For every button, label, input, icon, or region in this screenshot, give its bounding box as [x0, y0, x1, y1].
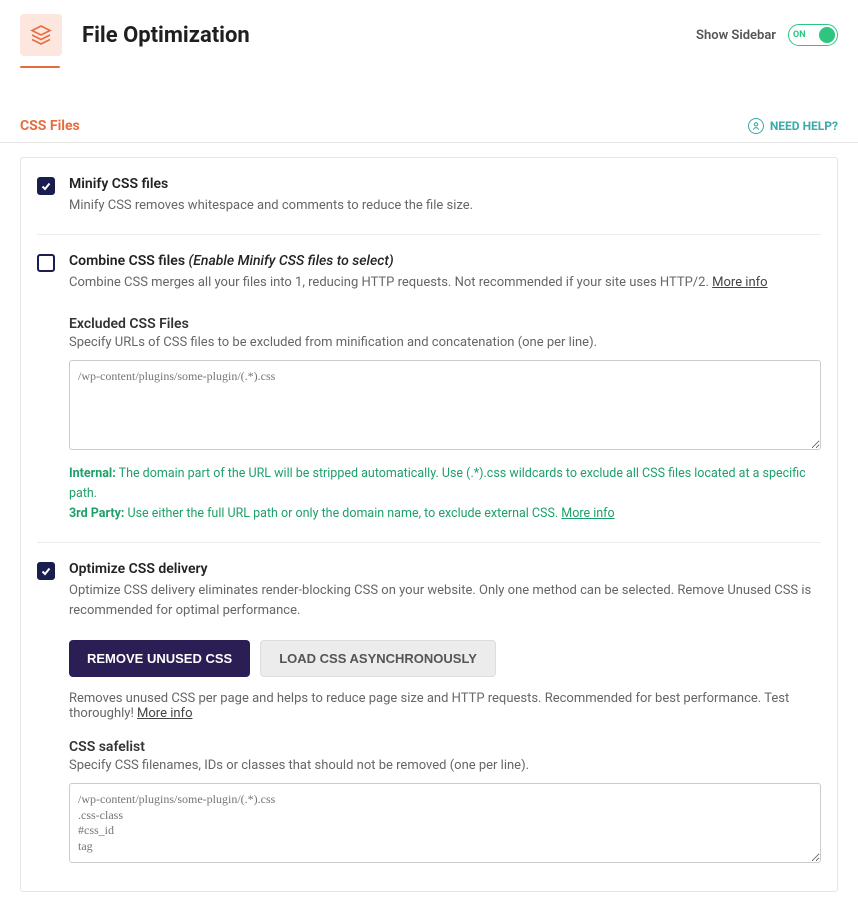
safelist-textarea[interactable] — [69, 783, 821, 863]
note-third-text: Use either the full URL path or only the… — [124, 506, 561, 521]
remove-unused-desc: Removes unused CSS per page and helps to… — [69, 691, 821, 721]
optimize-body: Optimize CSS delivery Optimize CSS deliv… — [69, 561, 821, 620]
show-sidebar-label: Show Sidebar — [696, 28, 776, 43]
excluded-css-block: Excluded CSS Files Specify URLs of CSS f… — [69, 316, 821, 524]
file-optimization-icon — [20, 14, 62, 56]
remove-unused-css-button[interactable]: REMOVE UNUSED CSS — [69, 640, 250, 677]
css-files-card: Minify CSS files Minify CSS removes whit… — [20, 157, 838, 892]
note-internal-text: The domain part of the URL will be strip… — [69, 466, 806, 501]
excluded-notes: Internal: The domain part of the URL wil… — [69, 464, 821, 524]
combine-body: Combine CSS files (Enable Minify CSS fil… — [69, 253, 821, 293]
page-title: File Optimization — [82, 23, 696, 48]
combine-hint: (Enable Minify CSS files to select) — [189, 253, 394, 269]
toggle-knob — [819, 27, 835, 43]
safelist-desc: Specify CSS filenames, IDs or classes th… — [69, 758, 821, 773]
minify-css-checkbox[interactable] — [37, 177, 55, 195]
note-more-link[interactable]: More info — [561, 506, 614, 521]
combine-title: Combine CSS files (Enable Minify CSS fil… — [69, 253, 821, 269]
minify-desc: Minify CSS removes whitespace and commen… — [69, 196, 821, 216]
excluded-desc: Specify URLs of CSS files to be excluded… — [69, 335, 821, 350]
need-help-label: NEED HELP? — [770, 119, 838, 133]
option-combine-css: Combine CSS files (Enable Minify CSS fil… — [37, 234, 821, 293]
minify-body: Minify CSS files Minify CSS removes whit… — [69, 176, 821, 216]
note-third-label: 3rd Party: — [69, 506, 124, 521]
option-optimize-delivery: Optimize CSS delivery Optimize CSS deliv… — [37, 542, 821, 867]
optimize-desc: Optimize CSS delivery eliminates render-… — [69, 581, 821, 620]
sidebar-toggle-group: Show Sidebar ON — [696, 24, 838, 46]
minify-title: Minify CSS files — [69, 176, 821, 192]
section-title: CSS Files — [20, 118, 80, 134]
combine-desc-text: Combine CSS merges all your files into 1… — [69, 275, 712, 290]
delivery-mode-buttons: REMOVE UNUSED CSS LOAD CSS ASYNCHRONOUSL… — [69, 640, 821, 677]
after-btn-more-link[interactable]: More info — [137, 706, 192, 721]
combine-css-checkbox[interactable] — [37, 254, 55, 272]
safelist-title: CSS safelist — [69, 739, 821, 755]
combine-desc: Combine CSS merges all your files into 1… — [69, 273, 821, 293]
combine-title-text: Combine CSS files — [69, 253, 185, 269]
combine-more-link[interactable]: More info — [712, 275, 767, 290]
toggle-on-text: ON — [793, 30, 806, 40]
show-sidebar-toggle[interactable]: ON — [788, 24, 838, 46]
load-css-async-button[interactable]: LOAD CSS ASYNCHRONOUSLY — [260, 640, 496, 677]
need-help-link[interactable]: NEED HELP? — [748, 118, 838, 134]
optimize-title: Optimize CSS delivery — [69, 561, 821, 577]
option-minify-css: Minify CSS files Minify CSS removes whit… — [37, 158, 821, 216]
note-internal-label: Internal: — [69, 466, 116, 481]
page-header: File Optimization Show Sidebar ON — [0, 0, 858, 66]
excluded-title: Excluded CSS Files — [69, 316, 821, 332]
excluded-css-textarea[interactable] — [69, 360, 821, 450]
section-header: CSS Files NEED HELP? — [0, 68, 858, 143]
optimize-delivery-checkbox[interactable] — [37, 562, 55, 580]
help-icon — [748, 118, 764, 134]
